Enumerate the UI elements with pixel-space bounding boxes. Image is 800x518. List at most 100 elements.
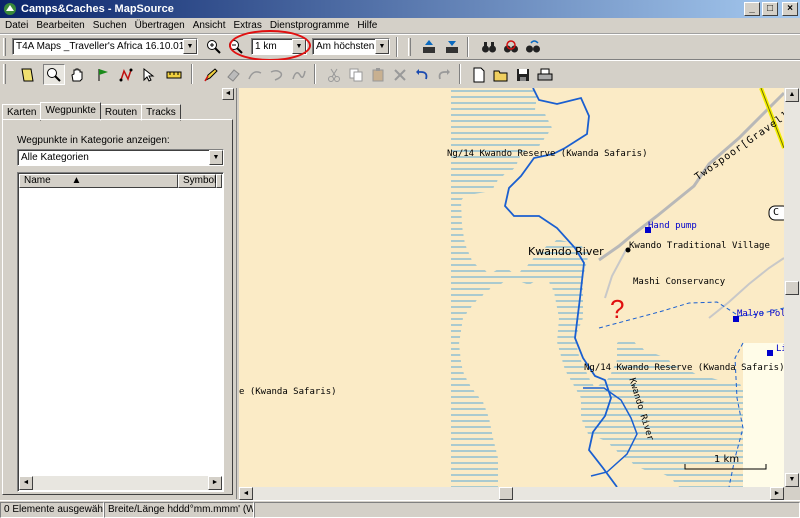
download-device-icon: [446, 40, 458, 53]
cut-button[interactable]: [323, 64, 345, 85]
list-horizontal-scrollbar[interactable]: ◄ ►: [19, 476, 222, 490]
li-marker[interactable]: [767, 350, 773, 356]
column-header-extra[interactable]: [216, 174, 222, 188]
track-filter-button[interactable]: [288, 64, 310, 85]
zoom-scale-select[interactable]: 1 km ▼: [251, 38, 307, 55]
label-malyo-pole: Malyo Pole: [737, 309, 784, 319]
save-button[interactable]: [512, 64, 534, 85]
find-places-button[interactable]: [522, 36, 544, 57]
map-product-select[interactable]: T4A Maps _Traveller's Africa 16.10.01 ▼: [12, 38, 198, 55]
horizontal-scroll-thumb[interactable]: [499, 487, 513, 500]
new-file-button[interactable]: [468, 64, 490, 85]
tab-wegpunkte[interactable]: Wegpunkte: [40, 102, 101, 119]
divide-track-button[interactable]: [244, 64, 266, 85]
join-track-icon: [270, 69, 283, 81]
scissors-track-icon: [248, 70, 262, 79]
scroll-left-icon[interactable]: ◄: [19, 476, 33, 490]
map-vertical-scrollbar[interactable]: ▲ ▼: [784, 88, 800, 487]
zoom-in-button[interactable]: [203, 36, 225, 57]
detail-level-value: Am höchsten: [316, 41, 375, 52]
column-header-name[interactable]: Name ▲: [19, 174, 178, 188]
scroll-right-icon[interactable]: ►: [770, 487, 784, 500]
route-tool-button[interactable]: [115, 64, 137, 85]
category-label: Wegpunkte in Kategorie anzeigen:: [17, 135, 170, 146]
redo-icon: [438, 68, 450, 79]
chevron-down-icon[interactable]: ▼: [292, 39, 306, 54]
close-button[interactable]: ×: [782, 2, 798, 16]
list-header: Name ▲ Symbol: [19, 174, 222, 188]
tab-content: Wegpunkte in Kategorie anzeigen: Alle Ka…: [2, 119, 233, 495]
maximize-button[interactable]: □: [762, 2, 778, 16]
hand-tool-button[interactable]: [66, 64, 88, 85]
detail-level-select[interactable]: Am höchsten ▼: [312, 38, 390, 55]
label-hand-pump: Hand pump: [648, 221, 697, 231]
eraser-button[interactable]: [222, 64, 244, 85]
label-scale: 1 km: [714, 454, 740, 465]
minimize-button[interactable]: _: [744, 2, 760, 16]
toolbar-main: T4A Maps _Traveller's Africa 16.10.01 ▼ …: [0, 34, 800, 60]
chevron-down-icon[interactable]: ▼: [183, 39, 197, 54]
undo-button[interactable]: [411, 64, 433, 85]
redo-button[interactable]: [433, 64, 455, 85]
hand-icon: [71, 68, 83, 81]
toolbar-grip[interactable]: [408, 38, 411, 56]
separator: [191, 64, 193, 84]
waypoint-list[interactable]: Name ▲ Symbol ◄ ►: [17, 172, 224, 492]
pointer-tool-button[interactable]: [137, 64, 159, 85]
scroll-left-icon[interactable]: ◄: [239, 487, 253, 500]
scroll-up-icon[interactable]: ▲: [785, 88, 799, 102]
separator: [396, 37, 398, 57]
menu-hilfe[interactable]: Hilfe: [354, 20, 380, 31]
waypoint-tool-button[interactable]: [92, 64, 114, 85]
paste-button[interactable]: [367, 64, 389, 85]
menu-dienstprogramme[interactable]: Dienstprogramme: [267, 20, 352, 31]
scroll-down-icon[interactable]: ▼: [785, 473, 799, 487]
delete-button[interactable]: [389, 64, 411, 85]
zoom-tool-button[interactable]: [43, 64, 65, 85]
toolbar-grip[interactable]: [3, 38, 6, 56]
zoom-out-button[interactable]: [225, 36, 247, 57]
selection-icon: [21, 68, 34, 81]
upload-device-icon: [423, 39, 435, 53]
track-draw-button[interactable]: [200, 64, 222, 85]
binoculars-arrow-icon: [526, 39, 540, 52]
find-button[interactable]: [478, 36, 500, 57]
toolbar-grip[interactable]: [3, 64, 6, 84]
panel-tabs: Karten Wegpunkte Routen Tracks: [2, 102, 181, 121]
menu-extras[interactable]: Extras: [230, 20, 264, 31]
map-canvas: [451, 88, 784, 487]
label-reserve-bottom: Ng/14 Kwando Reserve (Kwanda Safaris): [584, 363, 784, 373]
column-header-symbol[interactable]: Symbol: [178, 174, 216, 188]
delete-x-icon: [394, 68, 406, 81]
map-horizontal-scrollbar[interactable]: ◄ ►: [239, 487, 784, 500]
chevron-down-icon[interactable]: ▼: [209, 150, 223, 165]
send-to-device-button[interactable]: [441, 36, 463, 57]
find-nearest-button[interactable]: [500, 36, 522, 57]
join-track-button[interactable]: [266, 64, 288, 85]
copy-icon: [349, 68, 363, 81]
vertical-scroll-thumb[interactable]: [785, 281, 799, 295]
map-view[interactable]: Ng/14 Kwando Reserve (Kwanda Safaris) Tw…: [239, 88, 784, 487]
print-button[interactable]: [534, 64, 556, 85]
distance-tool-button[interactable]: [163, 64, 185, 85]
cursor-icon: [143, 67, 155, 82]
label-kwando-river: Kwando River: [528, 245, 604, 258]
label-reserve-left: e (Kwanda Safaris): [239, 387, 337, 397]
selection-tool-button[interactable]: [16, 64, 38, 85]
category-select[interactable]: Alle Kategorien ▼: [17, 149, 224, 166]
menu-datei[interactable]: Datei: [2, 20, 31, 31]
menu-ansicht[interactable]: Ansicht: [190, 20, 229, 31]
menu-suchen[interactable]: Suchen: [90, 20, 130, 31]
copy-button[interactable]: [345, 64, 367, 85]
sort-ascending-icon: ▲: [71, 175, 82, 186]
scroll-right-icon[interactable]: ►: [208, 476, 222, 490]
collapse-panel-button[interactable]: ◄: [222, 88, 234, 100]
open-file-button[interactable]: [490, 64, 512, 85]
question-annotation: ?: [610, 294, 625, 324]
menu-bearbeiten[interactable]: Bearbeiten: [33, 20, 87, 31]
chevron-down-icon[interactable]: ▼: [375, 39, 389, 54]
menu-uebertragen[interactable]: Übertragen: [132, 20, 188, 31]
flag-icon: [98, 68, 108, 81]
pencil-icon: [204, 67, 218, 81]
receive-from-device-button[interactable]: [418, 36, 440, 57]
